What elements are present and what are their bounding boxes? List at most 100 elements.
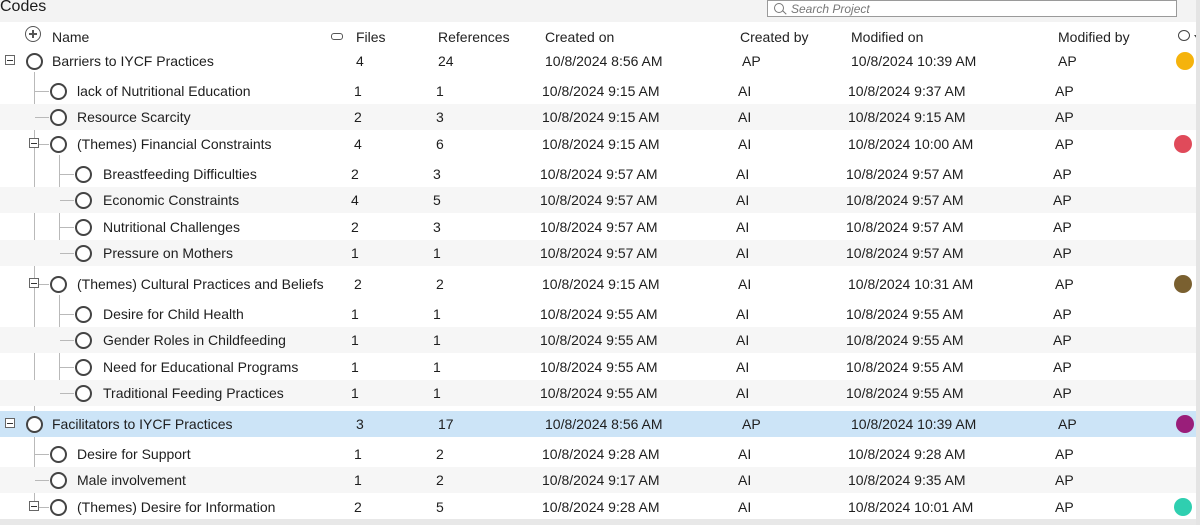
radio-icon[interactable] (50, 136, 67, 153)
radio-icon[interactable] (75, 245, 92, 262)
code-name: Traditional Feeding Practices (103, 385, 284, 401)
radio-icon[interactable] (50, 276, 67, 293)
references-count: 1 (433, 306, 441, 322)
column-references[interactable]: References (438, 29, 510, 45)
modified-on: 10/8/2024 10:39 AM (851, 416, 977, 432)
search-project-input[interactable]: Search Project (767, 0, 1177, 17)
created-on: 10/8/2024 9:55 AM (540, 306, 658, 322)
modified-by: AP (1058, 416, 1077, 432)
code-row[interactable]: Pressure on Mothers 1 1 10/8/2024 9:57 A… (0, 240, 1196, 266)
code-row[interactable]: (Themes) Financial Constraints 4 6 10/8/… (0, 131, 1196, 157)
code-name: (Themes) Cultural Practices and Beliefs (77, 276, 324, 292)
code-row[interactable]: Economic Constraints 4 5 10/8/2024 9:57 … (0, 187, 1196, 213)
radio-icon[interactable] (75, 192, 92, 209)
code-name: Desire for Support (77, 446, 191, 462)
created-on: 10/8/2024 9:17 AM (542, 472, 660, 488)
code-row[interactable]: Desire for Support 1 2 10/8/2024 9:28 AM… (0, 441, 1196, 467)
code-row[interactable]: Traditional Feeding Practices 1 1 10/8/2… (0, 380, 1196, 406)
code-name: (Themes) Desire for Information (77, 499, 276, 515)
code-name: Nutritional Challenges (103, 219, 240, 235)
code-row[interactable]: (Themes) Desire for Information 2 5 10/8… (0, 494, 1196, 520)
radio-icon[interactable] (75, 359, 92, 376)
created-by: AI (736, 192, 750, 208)
collapse-icon[interactable] (29, 138, 39, 148)
code-row[interactable]: Nutritional Challenges 2 3 10/8/2024 9:5… (0, 214, 1196, 240)
code-row[interactable]: Gender Roles in Childfeeding 1 1 10/8/20… (0, 327, 1196, 353)
references-count: 1 (433, 332, 441, 348)
code-row[interactable]: Desire for Child Health 1 1 10/8/2024 9:… (0, 301, 1196, 327)
tree-line (60, 200, 74, 201)
created-by: AI (738, 136, 752, 152)
column-modified-by[interactable]: Modified by (1058, 29, 1130, 45)
references-count: 5 (436, 499, 444, 515)
column-created-by[interactable]: Created by (740, 29, 808, 45)
radio-icon[interactable] (26, 416, 43, 433)
created-on: 10/8/2024 9:57 AM (540, 192, 658, 208)
tree-line (60, 253, 74, 254)
radio-icon[interactable] (75, 306, 92, 323)
radio-icon[interactable] (50, 83, 67, 100)
references-count: 3 (433, 219, 441, 235)
files-count: 2 (354, 109, 362, 125)
created-by: AI (738, 499, 752, 515)
column-files[interactable]: Files (356, 29, 386, 45)
collapse-icon[interactable] (5, 55, 15, 65)
collapse-icon[interactable] (5, 418, 15, 428)
code-row-selected[interactable]: Facilitators to IYCF Practices 3 17 10/8… (0, 411, 1196, 437)
references-count: 1 (433, 385, 441, 401)
code-row[interactable]: Barriers to IYCF Practices 4 24 10/8/202… (0, 48, 1196, 74)
created-on: 10/8/2024 9:55 AM (540, 332, 658, 348)
radio-icon[interactable] (75, 332, 92, 349)
color-palette-icon[interactable] (1178, 30, 1200, 41)
modified-on: 10/8/2024 9:57 AM (846, 245, 964, 261)
radio-icon[interactable] (50, 109, 67, 126)
code-row[interactable]: lack of Nutritional Education 1 1 10/8/2… (0, 78, 1196, 104)
tree-line (60, 227, 74, 228)
tree-line (35, 454, 49, 455)
code-name: Facilitators to IYCF Practices (52, 416, 233, 432)
code-name: Need for Educational Programs (103, 359, 299, 375)
code-row[interactable]: Breastfeeding Difficulties 2 3 10/8/2024… (0, 161, 1196, 187)
radio-icon[interactable] (26, 53, 43, 70)
link-icon[interactable] (331, 33, 343, 40)
vertical-scrollbar[interactable] (1196, 0, 1200, 525)
created-on: 10/8/2024 9:57 AM (540, 166, 658, 182)
files-count: 1 (351, 332, 359, 348)
tree-line (60, 314, 74, 315)
add-code-icon[interactable] (25, 26, 41, 42)
references-count: 1 (433, 245, 441, 261)
tree-line (60, 174, 74, 175)
files-count: 2 (351, 219, 359, 235)
radio-icon[interactable] (75, 219, 92, 236)
code-row[interactable]: Need for Educational Programs 1 1 10/8/2… (0, 354, 1196, 380)
radio-icon[interactable] (50, 472, 67, 489)
modified-by: AP (1055, 472, 1074, 488)
tree-line (35, 117, 49, 118)
code-row[interactable]: Resource Scarcity 2 3 10/8/2024 9:15 AM … (0, 104, 1196, 130)
modified-on: 10/8/2024 9:55 AM (846, 332, 964, 348)
files-count: 2 (351, 166, 359, 182)
collapse-icon[interactable] (29, 278, 39, 288)
collapse-icon[interactable] (29, 501, 39, 511)
radio-icon[interactable] (75, 166, 92, 183)
modified-on: 10/8/2024 9:28 AM (848, 446, 966, 462)
radio-icon[interactable] (50, 446, 67, 463)
radio-icon[interactable] (75, 385, 92, 402)
horizontal-scrollbar[interactable] (0, 519, 1196, 525)
column-created-on[interactable]: Created on (545, 29, 614, 45)
modified-by: AP (1055, 446, 1074, 462)
code-row[interactable]: Male involvement 1 2 10/8/2024 9:17 AM A… (0, 467, 1196, 493)
created-by: AP (742, 53, 761, 69)
references-count: 2 (436, 472, 444, 488)
created-on: 10/8/2024 9:15 AM (542, 109, 660, 125)
modified-by: AP (1058, 53, 1077, 69)
code-row[interactable]: (Themes) Cultural Practices and Beliefs … (0, 271, 1196, 297)
modified-on: 10/8/2024 9:57 AM (846, 166, 964, 182)
references-count: 1 (436, 83, 444, 99)
modified-by: AP (1055, 109, 1074, 125)
radio-icon[interactable] (50, 499, 67, 516)
files-count: 3 (356, 416, 364, 432)
column-name[interactable]: Name (52, 29, 89, 45)
modified-on: 10/8/2024 9:15 AM (848, 109, 966, 125)
column-modified-on[interactable]: Modified on (851, 29, 923, 45)
